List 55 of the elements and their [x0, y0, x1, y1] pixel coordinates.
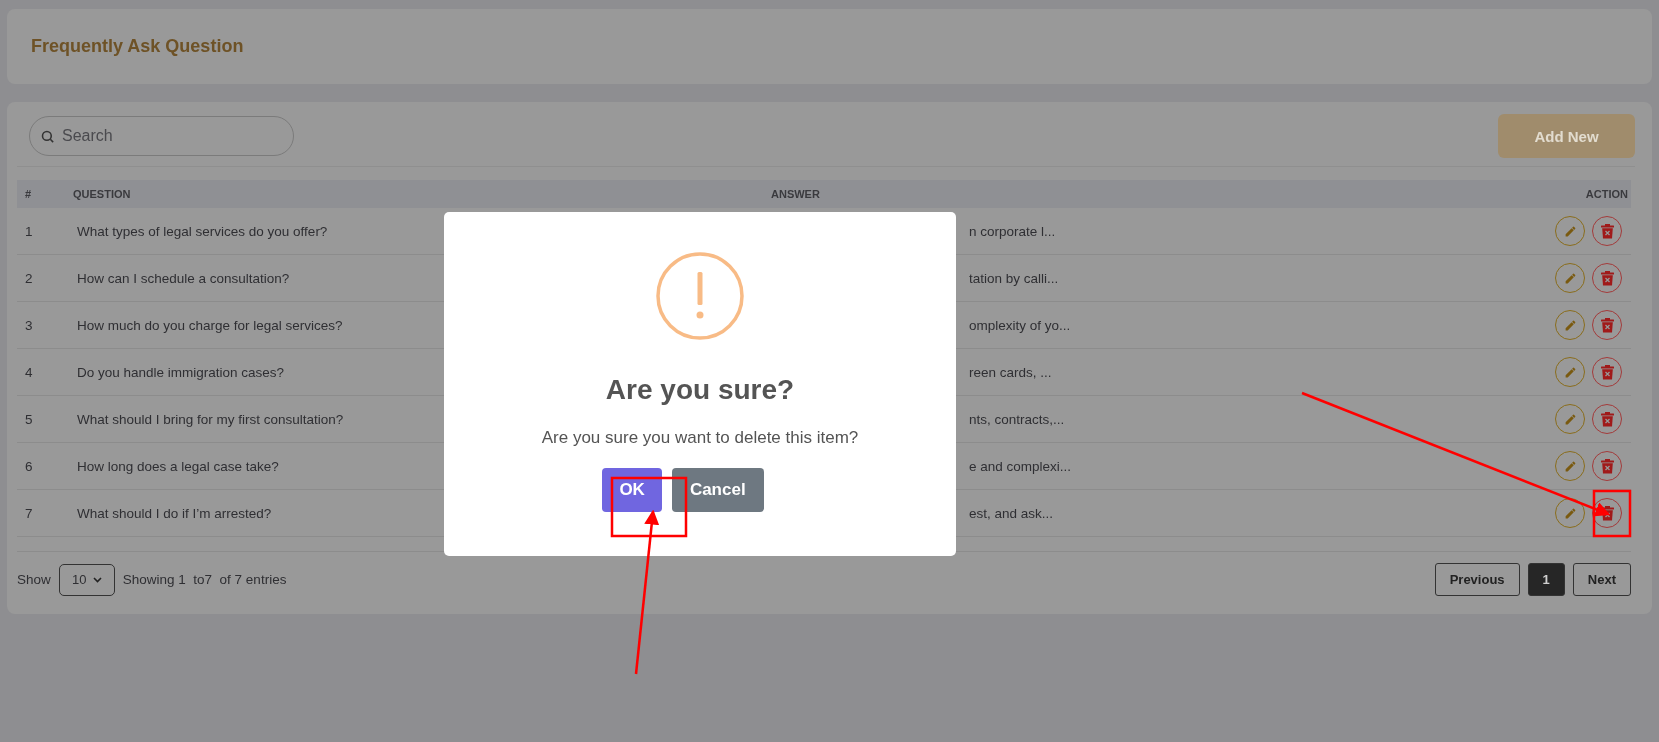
pencil-icon	[1563, 318, 1577, 332]
pencil-icon	[1563, 365, 1577, 379]
question-cell-text: Do you handle immigration cases?	[76, 364, 286, 380]
trash-icon	[1600, 458, 1614, 474]
question-cell-text: How can I schedule a consultation?	[76, 270, 291, 286]
question-cell-text: What should I do if I’m arrested?	[76, 505, 273, 521]
cancel-button[interactable]: Cancel	[671, 468, 764, 512]
answer-cell-text: omplexity of yo...	[968, 317, 1072, 333]
answer-cell-text: e and complexi...	[968, 458, 1073, 474]
question-cell-text: What should I bring for my first consultation?	[76, 411, 345, 427]
dialog-title: Are you sure?	[605, 374, 795, 406]
answer-cell-text: n corporate l...	[968, 223, 1057, 239]
warning-icon	[656, 252, 744, 340]
pencil-icon	[1563, 506, 1577, 520]
pagination-button[interactable]: Next	[1572, 563, 1631, 596]
row-number: 2	[24, 270, 34, 286]
show-label: Show	[17, 572, 51, 587]
trash-icon	[1600, 411, 1614, 427]
chevron-down-icon	[92, 576, 102, 583]
search-field[interactable]: Search	[29, 116, 294, 156]
answer-cell-text: nts, contracts,...	[968, 411, 1066, 427]
dialog-message: Are you sure you want to delete this item?	[541, 428, 859, 448]
trash-icon	[1600, 223, 1614, 239]
page-size-select[interactable]: 10	[58, 563, 115, 596]
column-header: QUESTION	[73, 188, 132, 200]
answer-cell-text: reen cards, ...	[968, 364, 1053, 380]
search-icon	[40, 129, 55, 144]
row-number: 1	[24, 223, 34, 239]
pencil-icon	[1563, 459, 1577, 473]
pencil-icon	[1563, 224, 1577, 238]
highlight-frame	[1592, 489, 1632, 538]
pencil-icon	[1563, 412, 1577, 426]
entries-info: Showing 1 to7 of 7 entries	[122, 572, 287, 587]
column-header: ANSWER	[771, 188, 821, 200]
question-cell-text: What types of legal services do you offer?	[76, 223, 329, 239]
question-cell-text: How much do you charge for legal services?	[76, 317, 344, 333]
row-number: 5	[24, 411, 34, 427]
question-cell-text: How long does a legal case take?	[76, 458, 280, 474]
answer-cell-text: tation by calli...	[968, 270, 1060, 286]
trash-icon	[1600, 317, 1614, 333]
pagination-button[interactable]: 1	[1527, 563, 1565, 596]
column-header: #	[24, 188, 33, 200]
row-number: 6	[24, 458, 34, 474]
column-header: ACTION	[1584, 188, 1629, 200]
trash-icon	[1600, 270, 1614, 286]
trash-icon	[1600, 364, 1614, 380]
trash-icon	[1600, 505, 1614, 521]
pagination-button[interactable]: Previous	[1434, 563, 1520, 596]
row-number: 7	[24, 505, 34, 521]
row-number: 3	[24, 317, 34, 333]
page-title: Frequently Ask Question	[31, 36, 244, 57]
ok-button[interactable]: OK	[602, 468, 662, 512]
answer-cell-text: est, and ask...	[968, 505, 1055, 521]
pencil-icon	[1563, 271, 1577, 285]
row-number: 4	[24, 364, 34, 380]
